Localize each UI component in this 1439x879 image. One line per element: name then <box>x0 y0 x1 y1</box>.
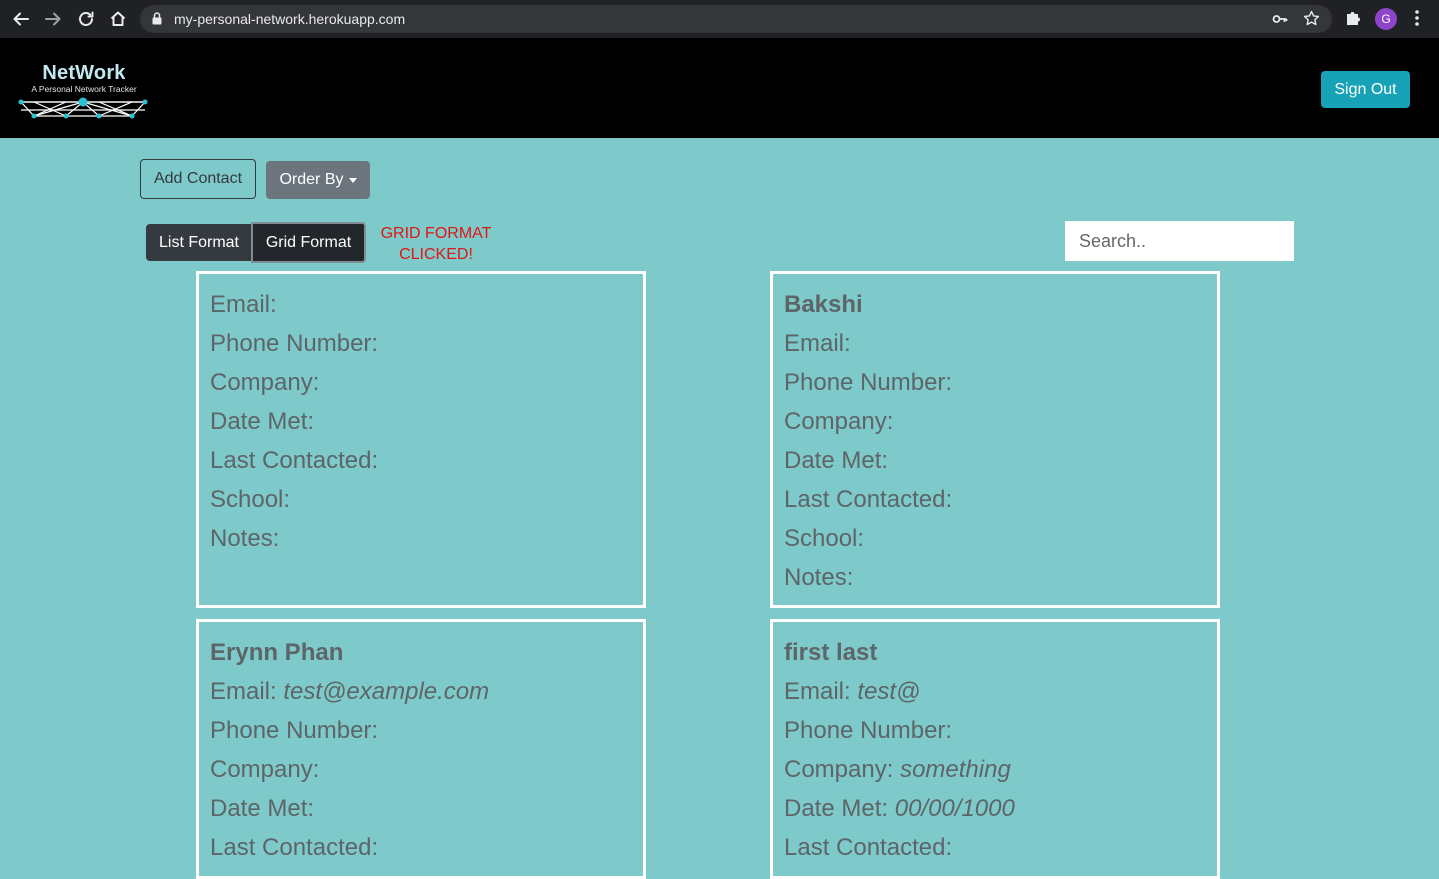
forward-icon[interactable] <box>41 7 65 31</box>
date-met-row: Date Met: <box>210 792 632 831</box>
search-input[interactable] <box>1065 221 1294 261</box>
email-row: Email: test@ <box>784 675 1206 714</box>
network-logo[interactable]: NetWork A Personal Network Tracker <box>18 60 148 122</box>
key-icon[interactable] <box>1272 11 1288 27</box>
email-row: Email: <box>784 327 1206 366</box>
add-contact-button[interactable]: Add Contact <box>140 159 256 199</box>
last-contacted-row: Last Contacted: <box>784 831 1206 870</box>
extensions-puzzle-icon[interactable] <box>1344 9 1362 27</box>
date-met-label: Date Met: <box>210 795 315 822</box>
company-label: Company: <box>210 756 320 783</box>
company-value: something <box>900 756 1011 783</box>
company-label: Company: <box>210 369 320 396</box>
company-row: Company: <box>210 753 632 792</box>
email-label: Email: <box>784 330 851 357</box>
date-met-label: Date Met: <box>784 447 889 474</box>
app-header: NetWork A Personal Network Tracker Sign … <box>0 38 1439 138</box>
notes-label: Notes: <box>784 564 854 591</box>
company-label: Company: <box>784 408 894 435</box>
notes-label: Notes: <box>210 525 280 552</box>
order-by-label: Order By <box>279 171 344 188</box>
phone-row: Phone Number: <box>784 714 1206 753</box>
home-icon[interactable] <box>106 7 130 31</box>
order-by-dropdown[interactable]: Order By <box>266 161 370 199</box>
notes-row: Notes: <box>210 522 632 561</box>
company-row: Company: <box>210 366 632 405</box>
email-label: Email: <box>210 291 277 318</box>
logo-title: NetWork <box>42 62 126 84</box>
date-met-label: Date Met: <box>784 795 889 822</box>
company-label: Company: <box>784 756 894 783</box>
school-row: School: <box>784 522 1206 561</box>
company-row: Company: <box>784 405 1206 444</box>
back-icon[interactable] <box>9 7 33 31</box>
phone-row: Phone Number: <box>210 714 632 753</box>
profile-avatar[interactable]: G <box>1375 8 1397 30</box>
last-contacted-row: Last Contacted: <box>210 444 632 483</box>
phone-row: Phone Number: <box>210 327 632 366</box>
phone-label: Phone Number: <box>784 369 953 396</box>
grid-format-clicked-message: GRID FORMAT CLICKED! <box>370 223 502 265</box>
email-label: Email: <box>210 678 277 705</box>
contact-card[interactable]: Email: Phone Number: Company: Date Met: … <box>196 271 646 608</box>
phone-label: Phone Number: <box>210 330 379 357</box>
contact-card[interactable]: first last Email: test@ Phone Number: Co… <box>770 619 1220 879</box>
contact-card[interactable]: Bakshi Email: Phone Number: Company: Dat… <box>770 271 1220 608</box>
last-contacted-row: Last Contacted: <box>784 483 1206 522</box>
grid-format-button[interactable]: Grid Format <box>251 222 366 263</box>
phone-row: Phone Number: <box>784 366 1206 405</box>
phone-label: Phone Number: <box>784 717 953 744</box>
date-met-value: 00/00/1000 <box>894 795 1015 822</box>
caret-down-icon <box>348 177 357 183</box>
email-value: test@example.com <box>283 678 490 705</box>
contact-card[interactable]: Erynn Phan Email: test@example.com Phone… <box>196 619 646 879</box>
date-met-label: Date Met: <box>210 408 315 435</box>
clicked-message-line-1: GRID FORMAT <box>380 225 492 242</box>
school-label: School: <box>784 525 865 552</box>
browser-menu-icon[interactable] <box>1414 9 1420 27</box>
date-met-row: Date Met: 00/00/1000 <box>784 792 1206 831</box>
url-text: my-personal-network.herokuapp.com <box>174 11 406 27</box>
lock-icon <box>152 12 162 25</box>
last-contacted-label: Last Contacted: <box>210 447 379 474</box>
clicked-message-line-2: CLICKED! <box>399 246 473 263</box>
last-contacted-label: Last Contacted: <box>210 834 379 861</box>
list-format-button[interactable]: List Format <box>146 224 252 261</box>
contact-name: Erynn Phan <box>210 639 344 666</box>
phone-label: Phone Number: <box>210 717 379 744</box>
contact-name: Bakshi <box>784 291 863 318</box>
last-contacted-row: Last Contacted: <box>210 831 632 870</box>
email-row: Email: test@example.com <box>210 675 632 714</box>
notes-row: Notes: <box>784 561 1206 600</box>
email-value: test@ <box>857 678 921 705</box>
browser-toolbar: my-personal-network.herokuapp.com G <box>0 0 1439 38</box>
email-label: Email: <box>784 678 851 705</box>
date-met-row: Date Met: <box>784 444 1206 483</box>
network-graph-icon <box>18 97 148 119</box>
contact-name: first last <box>784 639 878 666</box>
date-met-row: Date Met: <box>210 405 632 444</box>
school-label: School: <box>210 486 291 513</box>
reload-icon[interactable] <box>74 7 98 31</box>
last-contacted-label: Last Contacted: <box>784 834 953 861</box>
sign-out-button[interactable]: Sign Out <box>1321 71 1410 108</box>
company-row: Company: something <box>784 753 1206 792</box>
last-contacted-label: Last Contacted: <box>784 486 953 513</box>
bookmark-star-icon[interactable] <box>1303 10 1320 27</box>
email-row: Email: <box>210 288 632 327</box>
address-bar[interactable]: my-personal-network.herokuapp.com <box>140 5 1332 33</box>
school-row: School: <box>210 483 632 522</box>
